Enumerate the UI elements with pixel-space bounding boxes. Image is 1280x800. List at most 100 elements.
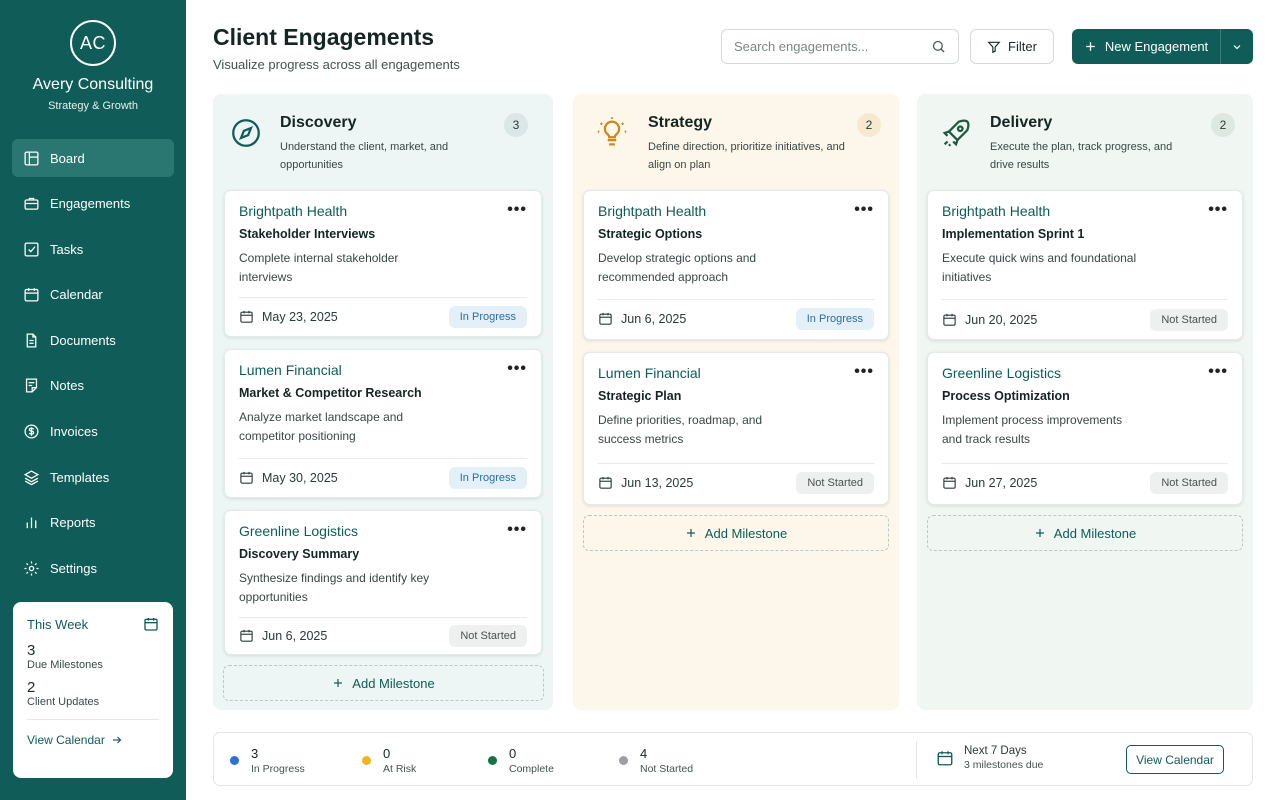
client-updates-label: Client Updates (27, 696, 100, 708)
view-calendar-button[interactable]: View Calendar (1126, 745, 1224, 774)
filter-button[interactable]: Filter (970, 29, 1054, 64)
sidebar-item-reports[interactable]: Reports (12, 504, 174, 542)
more-options-icon[interactable]: ••• (854, 363, 874, 381)
new-engagement-button-group: New Engagement (1072, 29, 1253, 64)
plus-icon (1035, 529, 1044, 537)
column-delivery: Delivery Execute the plan, track progres… (917, 94, 1253, 710)
search-icon[interactable] (931, 39, 946, 54)
card-date-text: May 30, 2025 (262, 470, 338, 485)
column-description: Understand the client, market, and oppor… (280, 141, 449, 171)
page-subtitle: Visualize progress across all engagement… (213, 57, 460, 72)
status-badge: Not Started (1150, 472, 1228, 494)
sidebar-item-notes[interactable]: Notes (12, 367, 174, 405)
more-options-icon[interactable]: ••• (507, 360, 527, 378)
sidebar-item-documents[interactable]: Documents (12, 321, 174, 359)
milestone-card[interactable]: Lumen Financial ••• Strategic Plan Defin… (583, 352, 889, 505)
sidebar-item-invoices[interactable]: Invoices (12, 413, 174, 451)
next-subtitle: 3 milestones due (964, 759, 1044, 771)
view-calendar-link[interactable]: View Calendar (27, 733, 159, 747)
more-options-icon[interactable]: ••• (1208, 363, 1228, 381)
card-title: Discovery Summary (239, 547, 360, 561)
divider (239, 458, 527, 459)
card-due-date: Jun 13, 2025 (598, 475, 693, 490)
next-title: Next 7 Days (964, 745, 1027, 757)
compass-icon (232, 119, 260, 147)
column-title: Delivery (990, 114, 1053, 131)
more-options-icon[interactable]: ••• (1208, 201, 1228, 219)
sidebar-item-label: Reports (50, 515, 96, 531)
column-description: Define direction, prioritize initiatives… (648, 141, 845, 171)
view-calendar-link-label: View Calendar (27, 733, 105, 747)
card-date-text: May 23, 2025 (262, 309, 338, 324)
status-badge: In Progress (795, 308, 874, 330)
avatar[interactable]: AC (70, 20, 116, 66)
add-milestone-button[interactable]: Add Milestone (927, 515, 1243, 551)
add-milestone-button[interactable]: Add Milestone (583, 515, 889, 551)
card-date-text: Jun 13, 2025 (621, 475, 694, 490)
calendar-icon (240, 629, 253, 642)
more-options-icon[interactable]: ••• (507, 521, 527, 539)
milestone-card[interactable]: Brightpath Health ••• Stakeholder Interv… (224, 190, 542, 337)
document-icon (26, 333, 37, 348)
card-description: Implement process improvements and track… (942, 413, 1123, 446)
new-engagement-button[interactable]: New Engagement (1072, 29, 1221, 64)
card-description: Synthesize findings and identify key opp… (239, 571, 430, 604)
column-title: Strategy (648, 114, 713, 131)
sidebar-item-tasks[interactable]: Tasks (12, 230, 174, 268)
divider (239, 617, 527, 618)
milestone-card[interactable]: Brightpath Health ••• Strategic Options … (583, 190, 889, 340)
sidebar-item-label: Settings (50, 560, 97, 576)
card-client: Brightpath Health (598, 203, 707, 219)
stat-value: 3 (251, 746, 259, 761)
stat-not-started: 4 Not Started (619, 746, 693, 775)
calendar-icon[interactable] (143, 616, 159, 632)
stat-label: Not Started (640, 763, 694, 775)
sidebar-item-board[interactable]: Board (12, 139, 174, 177)
sidebar-item-settings[interactable]: Settings (12, 549, 174, 587)
stat-in-progress: 3 In Progress (230, 746, 305, 775)
calendar-icon (240, 310, 253, 323)
lightbulb-icon (597, 117, 627, 146)
stat-value: 4 (640, 746, 648, 761)
status-badge: In Progress (448, 467, 527, 489)
brand: AC Avery Consulting Strategy & Growth (0, 0, 186, 112)
search-input[interactable] (734, 39, 931, 54)
calendar-icon (943, 313, 956, 326)
sidebar-item-label: Notes (50, 378, 84, 394)
more-options-icon[interactable]: ••• (854, 201, 874, 219)
milestone-card[interactable]: Greenline Logistics ••• Discovery Summar… (224, 510, 542, 655)
bar-chart-icon (26, 517, 37, 529)
add-milestone-button[interactable]: Add Milestone (223, 665, 544, 701)
stat-label: Complete (509, 763, 554, 775)
add-milestone-label: Add Milestone (352, 675, 435, 691)
column-count-badge: 2 (1211, 113, 1235, 137)
card-client: Greenline Logistics (942, 365, 1062, 381)
sidebar-item-engagements[interactable]: Engagements (12, 185, 174, 223)
stat-label: At Risk (383, 763, 417, 775)
layers-icon (23, 470, 40, 485)
calendar-icon (937, 751, 953, 766)
add-milestone-label: Add Milestone (704, 525, 788, 541)
milestone-card[interactable]: Brightpath Health ••• Implementation Spr… (927, 190, 1243, 340)
more-options-icon[interactable]: ••• (507, 201, 527, 219)
column-discovery: Discovery Understand the client, market,… (213, 94, 553, 710)
sidebar-item-templates[interactable]: Templates (12, 458, 174, 496)
plus-icon (1085, 42, 1095, 51)
status-dot (488, 756, 497, 765)
card-client: Brightpath Health (239, 203, 348, 219)
milestone-card[interactable]: Lumen Financial ••• Market & Competitor … (224, 349, 542, 498)
card-date-text: Jun 20, 2025 (965, 312, 1038, 327)
milestone-card[interactable]: Greenline Logistics ••• Process Optimiza… (927, 352, 1243, 505)
sidebar-item-label: Documents (50, 332, 116, 348)
client-updates-count: 2 (27, 679, 36, 696)
card-due-date: May 30, 2025 (239, 470, 338, 485)
card-due-date: Jun 20, 2025 (942, 312, 1037, 327)
divider (598, 463, 874, 464)
new-engagement-dropdown[interactable] (1221, 29, 1253, 64)
sidebar-item-calendar[interactable]: Calendar (12, 276, 174, 314)
column-count-badge: 3 (504, 113, 528, 137)
status-dot (619, 756, 628, 765)
sidebar: AC Avery Consulting Strategy & Growth Bo… (0, 0, 186, 800)
status-summary-bar: 3 In Progress 0 At Risk 0 Complete 4 Not… (213, 732, 1253, 786)
page-title: Client Engagements (213, 24, 435, 50)
